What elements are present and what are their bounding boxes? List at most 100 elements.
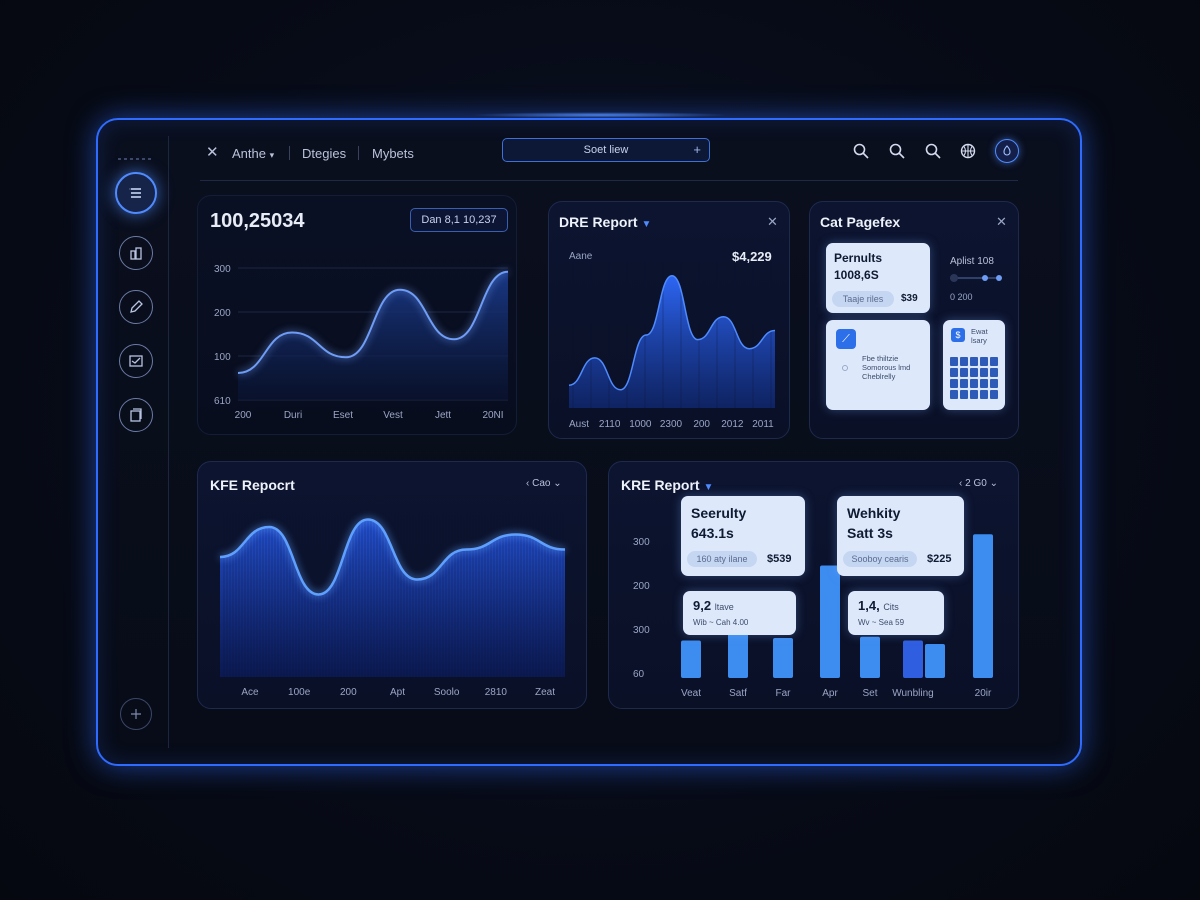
x-tick-label: Apr <box>822 688 838 699</box>
x-tick-label: 2300 <box>660 419 683 430</box>
calendar-cell[interactable] <box>970 379 978 388</box>
calendar-cell[interactable] <box>960 379 968 388</box>
stat-1-title: 9,2 ltave <box>693 598 734 613</box>
wehkity-title: Wehkity <box>847 505 901 521</box>
calendar-cell[interactable] <box>970 357 978 366</box>
stat-1-value: 9,2 <box>693 598 712 613</box>
edit-icon[interactable]: ⟋ <box>836 329 856 349</box>
kfe-report-card: KFE Repocrt ‹ Cao ⌄ Ace 100e 200 Apt Soolo 28… <box>197 461 587 709</box>
nav-menu-1[interactable]: Anthe ▾ <box>232 146 274 161</box>
stat-tile-2[interactable]: 1,4, Cits Wv ~ Sea 59 <box>848 591 944 635</box>
search-icon[interactable] <box>852 142 870 160</box>
cat-pagefex-title: Cat Pagefex <box>820 214 901 230</box>
user-avatar[interactable] <box>995 139 1019 163</box>
kre-report-card: KRE Report ▼ ‹ 2 G0 ⌄ 300 200 300 60 Veat Sat… <box>608 461 1019 709</box>
calendar-cell[interactable] <box>990 368 998 377</box>
pernults-tile[interactable]: Pernults 1008,6S Taaje riles $39 <box>826 243 930 313</box>
buildings-icon <box>130 247 142 260</box>
inbox-icon <box>129 355 143 367</box>
nav-menu-3[interactable]: Mybets <box>372 146 414 161</box>
sidebar-files-button[interactable] <box>119 398 153 432</box>
calendar-cell[interactable] <box>980 357 988 366</box>
x-tick-label: Veat <box>681 688 701 699</box>
slider-handle[interactable] <box>950 274 958 282</box>
calendar-cell[interactable] <box>950 379 958 388</box>
sidebar-list-button[interactable] <box>115 172 157 214</box>
pernults-amount: $39 <box>901 293 918 304</box>
note-tile[interactable]: ⟋ Fbe thiltzie Somorous lmd Cheblrelly <box>826 320 930 410</box>
x-tick-label: 20ir <box>975 688 992 699</box>
calendar-tile[interactable]: $ Ewat lsary <box>943 320 1005 410</box>
security-tile[interactable]: Seerulty 643.1s 160 aty ilane $539 <box>681 496 805 576</box>
x-tick-label: 1000 <box>629 419 652 430</box>
globe-icon[interactable] <box>959 142 977 160</box>
radio-icon[interactable] <box>842 365 848 371</box>
bar[interactable] <box>773 638 793 678</box>
slider-handle[interactable] <box>996 275 1002 281</box>
sidebar-buildings-button[interactable] <box>119 236 153 270</box>
y-tick-label: 200 <box>214 308 231 319</box>
calendar-cell[interactable] <box>970 368 978 377</box>
bar[interactable] <box>820 565 840 679</box>
nav-separator <box>289 146 290 160</box>
zoom-icon[interactable] <box>888 142 906 160</box>
y-tick-label: 300 <box>633 537 650 548</box>
dre-chart: Aust 2110 1000 2300 200 2012 2011 <box>568 262 776 430</box>
nav-menu-2[interactable]: Dtegies <box>302 146 346 161</box>
x-tick-label: Far <box>776 688 792 699</box>
stat-2-line: Wv ~ Sea 59 <box>858 618 905 627</box>
search-input[interactable]: Soet liew + <box>502 138 710 162</box>
overview-card: 100,25034 Dan 8,1 10,237 300 200 100 610 200… <box>197 195 517 435</box>
wehkity-pill: Sooboy cearis <box>843 551 917 567</box>
x-tick-label: 200 <box>235 410 252 421</box>
x-tick-label: 2810 <box>485 687 508 698</box>
calendar-cell[interactable] <box>950 357 958 366</box>
sidebar-inbox-button[interactable] <box>119 344 153 378</box>
chart-area <box>569 275 775 408</box>
calendar-cell[interactable] <box>950 368 958 377</box>
calendar-cell[interactable] <box>960 357 968 366</box>
calendar-cell[interactable] <box>950 390 958 399</box>
topbar-divider <box>200 180 1018 181</box>
calendar-cell[interactable] <box>960 390 968 399</box>
stat-tile-1[interactable]: 9,2 ltave Wib ~ Cah 4.00 <box>683 591 796 635</box>
x-tick-label: Satf <box>729 688 747 699</box>
find-icon[interactable] <box>924 142 942 160</box>
bar[interactable] <box>925 644 945 678</box>
calendar-cell[interactable] <box>970 390 978 399</box>
bar[interactable] <box>681 640 701 679</box>
x-tick-label: 20NI <box>482 410 503 421</box>
wehkity-tile[interactable]: Wehkity Satt 3s Sooboy cearis $225 <box>837 496 964 576</box>
bar[interactable] <box>903 640 923 679</box>
calendar-cell[interactable] <box>990 379 998 388</box>
x-tick-label: Zeat <box>535 687 555 698</box>
calendar-cell[interactable] <box>990 357 998 366</box>
close-icon[interactable]: ✕ <box>996 214 1007 230</box>
x-tick-label: 100e <box>288 687 311 698</box>
x-tick-label: 2110 <box>599 419 621 430</box>
calendar-cell[interactable] <box>980 379 988 388</box>
stat-2-subtitle: Cits <box>883 602 899 612</box>
chevron-down-icon: ▾ <box>269 150 275 160</box>
x-tick-label: Vest <box>383 410 403 421</box>
calendar-cell[interactable] <box>960 368 968 377</box>
sidebar-settings-button[interactable] <box>120 698 152 730</box>
x-tick-label: 2012 <box>721 419 744 430</box>
bar[interactable] <box>973 534 993 678</box>
security-value: 643.1s <box>691 525 734 541</box>
bar[interactable] <box>860 636 880 678</box>
bar[interactable] <box>728 630 748 679</box>
search-input-text: Soet liew <box>583 144 629 156</box>
x-tick-label: Wunbling <box>892 688 934 699</box>
calendar-cell[interactable] <box>990 390 998 399</box>
calendar-cell[interactable] <box>980 390 988 399</box>
list-icon <box>129 188 141 198</box>
y-tick-label: 610 <box>214 396 231 407</box>
sidebar-edit-button[interactable] <box>119 290 153 324</box>
x-tick-label: 200 <box>693 419 710 430</box>
close-icon[interactable]: ✕ <box>206 143 219 161</box>
plus-icon[interactable]: + <box>693 142 701 157</box>
slider-handle[interactable] <box>982 275 988 281</box>
calendar-cell[interactable] <box>980 368 988 377</box>
pencil-icon <box>130 300 143 313</box>
